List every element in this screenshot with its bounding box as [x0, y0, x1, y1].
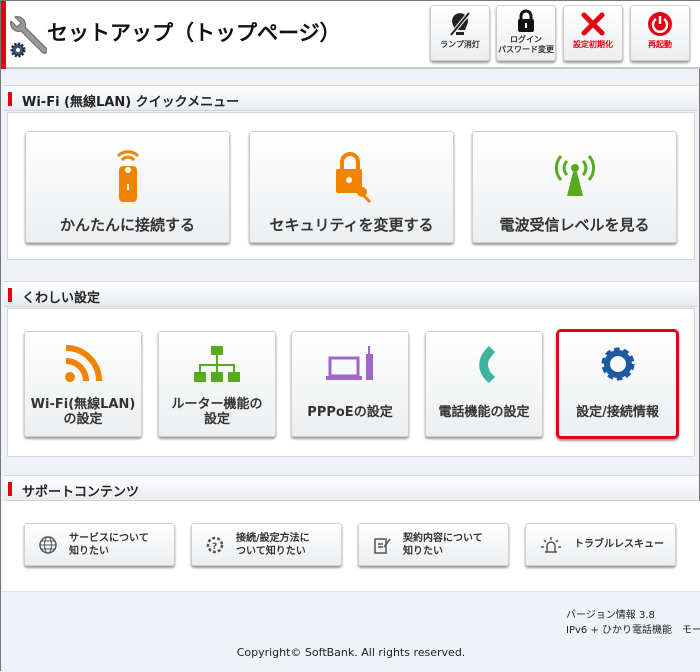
connection-howto-button[interactable]: ? 接続/設定方法に ついて知りたい — [191, 523, 342, 566]
button-label: 設定初期化 — [573, 40, 613, 49]
tools-icon — [581, 12, 605, 36]
button-label: 電話機能の設定 — [438, 404, 530, 420]
alarm-icon — [541, 536, 561, 553]
button-label-line1: Wi-Fi(無線LAN) — [30, 397, 136, 412]
button-label-line1: ログイン — [510, 35, 542, 44]
reboot-button[interactable]: 再起動 — [630, 5, 690, 61]
lamp-off-icon — [449, 11, 471, 37]
button-label: 電波受信レベルを見る — [499, 216, 650, 234]
page-title: セットアップ（トップページ） — [47, 21, 341, 45]
button-label: 設定/接続情報 — [576, 404, 659, 420]
button-label-line2: パスワード変更 — [498, 45, 554, 54]
pppoe-settings-button[interactable]: PPPoEの設定 — [291, 331, 409, 437]
laptop-router-icon — [326, 346, 373, 380]
button-label-line2: 設定 — [203, 412, 230, 427]
version-info: バージョン情報 3.8 — [566, 610, 655, 621]
lock-icon — [518, 9, 534, 32]
power-icon — [648, 12, 672, 36]
router-settings-button[interactable]: ルーター機能の 設定 — [158, 331, 276, 437]
padlock-key-icon — [335, 152, 371, 204]
mode-info: IPv6 + ひかり電話機能 モード — [566, 625, 700, 636]
button-label: セキュリティを変更する — [269, 216, 434, 234]
button-label: 再起動 — [648, 40, 672, 49]
footer: バージョン情報 3.8 IPv6 + ひかり電話機能 モード Copyright… — [1, 591, 700, 672]
antenna-icon — [554, 155, 595, 196]
button-label-line2: の設定 — [63, 412, 103, 427]
wifi-icon — [65, 345, 102, 382]
button-label: かんたんに接続する — [59, 216, 195, 234]
service-info-button[interactable]: サービスについて 知りたい — [24, 523, 175, 566]
signal-level-button[interactable]: 電波受信レベルを見る — [472, 131, 677, 243]
gear-question-icon: ? — [206, 536, 224, 553]
security-change-button[interactable]: セキュリティを変更する — [249, 131, 454, 243]
network-icon — [194, 346, 240, 382]
globe-icon — [39, 535, 57, 554]
factory-reset-button[interactable]: 設定初期化 — [563, 5, 623, 61]
copyright: Copyright© SoftBank. All rights reserved… — [236, 646, 466, 659]
document-edit-icon — [374, 537, 391, 554]
button-label-line2: 知りたい — [69, 545, 109, 557]
svg-text:?: ? — [212, 542, 217, 552]
setup-tools-icon — [10, 16, 47, 58]
button-label-line1: サービスについて — [69, 532, 149, 544]
phone-icon — [479, 346, 495, 383]
section-header-detail: くわしい設定 — [4, 281, 698, 307]
contract-info-button[interactable]: 契約内容について 知りたい — [358, 523, 509, 566]
button-label-line1: 接続/設定方法に — [236, 532, 310, 544]
lamp-off-button[interactable]: ランプ消灯 — [430, 5, 490, 61]
button-label: ランプ消灯 — [440, 40, 480, 49]
wifi-settings-button[interactable]: Wi-Fi(無線LAN) の設定 — [24, 331, 142, 437]
button-label: トラブルレスキュー — [574, 539, 664, 550]
header: セットアップ（トップページ） ランプ消灯 ログイン パスワード変更 設定初期化 … — [1, 1, 700, 69]
settings-connection-info-button[interactable]: 設定/接続情報 — [556, 329, 679, 439]
accent-bar — [1, 1, 6, 69]
button-label-line2: ついて知りたい — [236, 545, 306, 557]
phone-settings-button[interactable]: 電話機能の設定 — [425, 331, 543, 437]
gear-icon — [601, 347, 634, 381]
easy-connect-button[interactable]: かんたんに接続する — [25, 131, 230, 243]
button-label-line1: ルーター機能の — [171, 397, 263, 412]
trouble-rescue-button[interactable]: トラブルレスキュー — [525, 523, 676, 566]
button-label-line2: 知りたい — [403, 545, 443, 557]
section-header-quick: Wi-Fi (無線LAN) クイックメニュー — [4, 85, 698, 111]
button-label: PPPoEの設定 — [307, 404, 393, 420]
login-password-button[interactable]: ログイン パスワード変更 — [496, 5, 556, 61]
section-header-support: サポートコンテンツ — [4, 475, 698, 501]
button-label-line1: 契約内容について — [403, 532, 483, 544]
wifi-device-icon — [116, 150, 139, 202]
